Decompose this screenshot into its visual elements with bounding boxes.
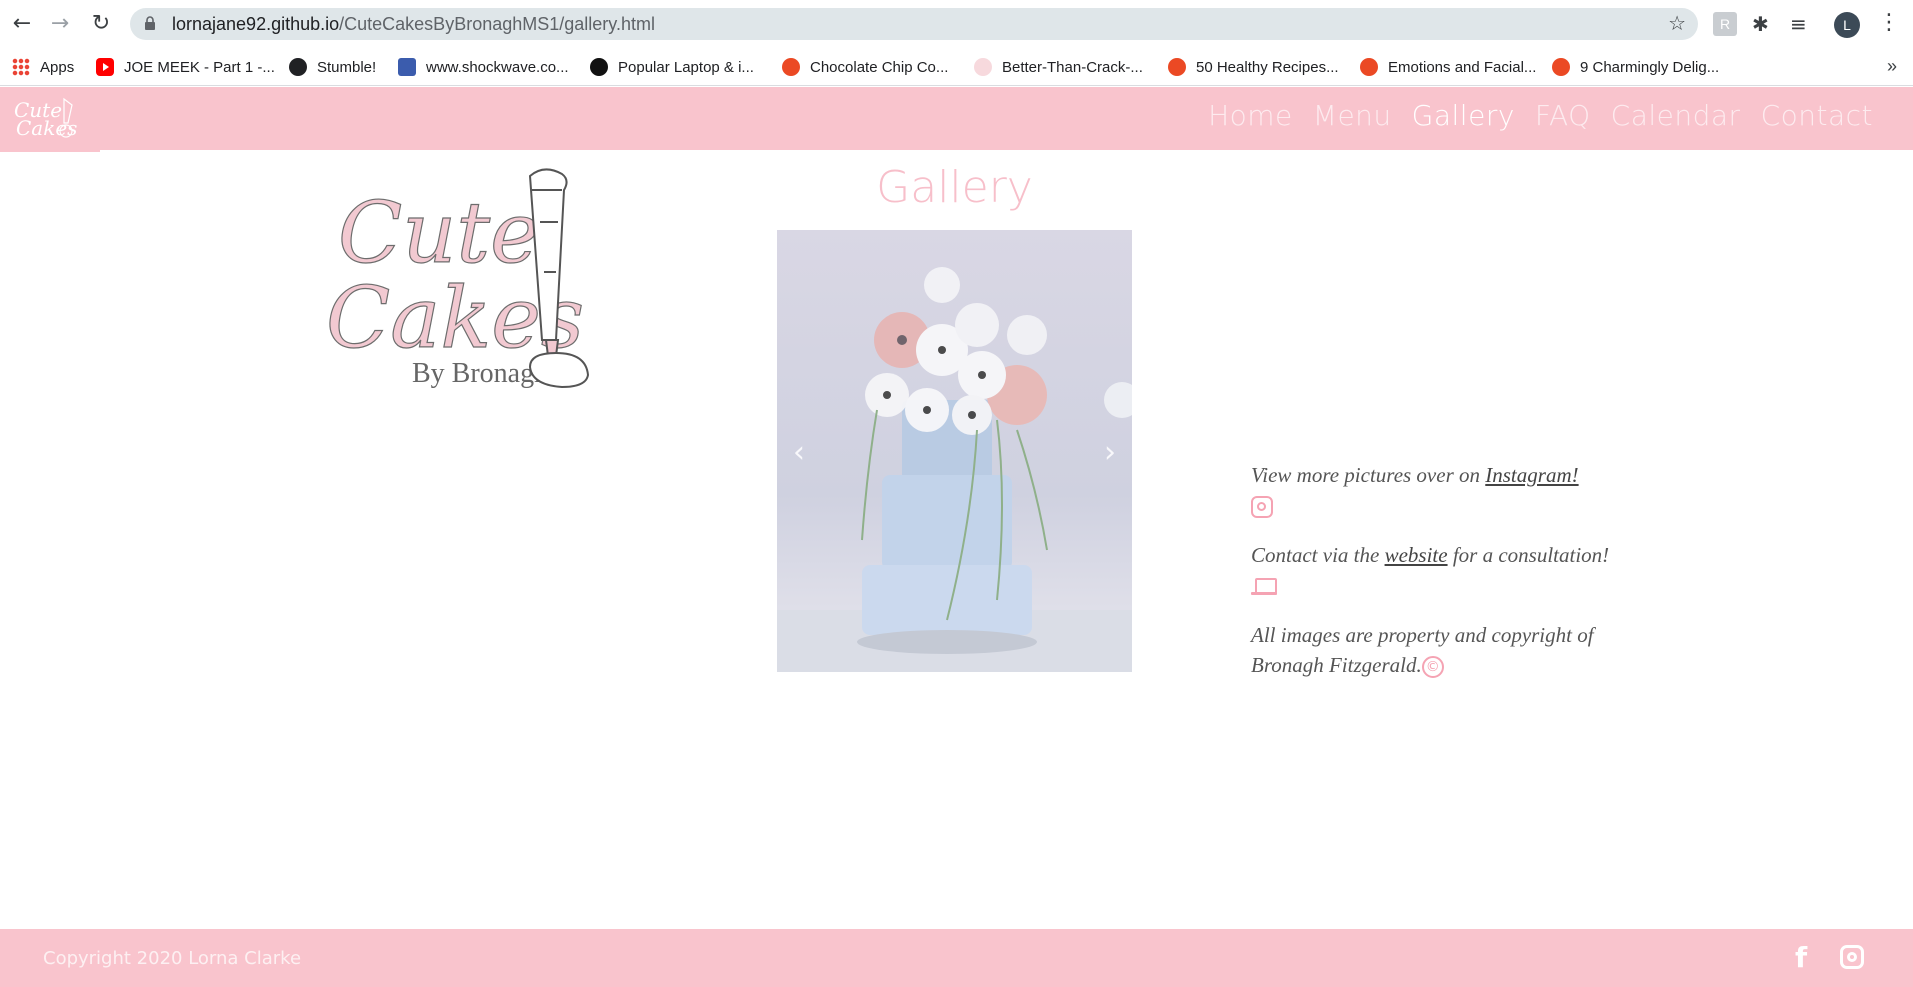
cake-photo: [777, 267, 1132, 672]
more-bookmarks-button[interactable]: »: [1887, 56, 1897, 77]
footer-copyright: Copyright 2020 Lorna Clarke: [43, 948, 302, 969]
browser-toolbar: ← → ↻ lornajane92.github.io/CuteCakesByB…: [0, 0, 1913, 48]
bookmark-item[interactable]: Chocolate Chip Co...: [782, 54, 948, 80]
site-footer: Copyright 2020 Lorna Clarke f: [0, 929, 1913, 987]
copyright-paragraph: All images are property and copyright of…: [1251, 623, 1594, 679]
media-control-icon[interactable]: ≡: [1790, 12, 1814, 36]
nav-gallery[interactable]: Gallery: [1402, 99, 1525, 132]
site-navbar: Cute Cakes Home Menu Gallery FAQ Calenda…: [0, 87, 1913, 152]
copyright-icon: ©: [1421, 656, 1444, 679]
carousel-next-button[interactable]: ›: [1104, 435, 1116, 470]
bookmark-item[interactable]: JOE MEEK - Part 1 -...: [96, 54, 275, 80]
profile-avatar[interactable]: L: [1834, 12, 1860, 38]
browser-menu-icon[interactable]: ⋮: [1878, 10, 1900, 35]
nav-calendar[interactable]: Calendar: [1601, 99, 1751, 132]
youtube-icon: [96, 58, 114, 76]
facebook-icon[interactable]: f: [1795, 941, 1807, 974]
bookmark-item[interactable]: 50 Healthy Recipes...: [1168, 54, 1339, 80]
lock-icon: [145, 16, 155, 30]
bookmark-item[interactable]: Stumble!: [289, 54, 376, 80]
gallery-carousel[interactable]: ‹ ›: [777, 230, 1132, 672]
extension-icon[interactable]: R: [1713, 12, 1737, 36]
globe-icon: [289, 58, 307, 76]
heart-icon: [974, 58, 992, 76]
nav-links: Home Menu Gallery FAQ Calendar Contact: [1198, 99, 1883, 132]
bookmark-star-icon[interactable]: ☆: [1668, 11, 1686, 35]
carousel-prev-button[interactable]: ‹: [793, 435, 805, 470]
bookmarks-bar: Apps JOE MEEK - Part 1 -... Stumble! www…: [0, 48, 1913, 86]
stumbleupon-icon: [1360, 58, 1378, 76]
instagram-paragraph: View more pictures over on Instagram!: [1251, 460, 1621, 520]
nav-contact[interactable]: Contact: [1751, 99, 1883, 132]
laptop-icon[interactable]: [1251, 578, 1277, 596]
instagram-link[interactable]: Instagram!: [1485, 463, 1578, 487]
nav-faq[interactable]: FAQ: [1525, 99, 1601, 132]
bookmark-item[interactable]: Popular Laptop & i...: [590, 54, 754, 80]
bookmark-item[interactable]: www.shockwave.co...: [398, 54, 569, 80]
gallery-info: View more pictures over on Instagram! Co…: [1251, 460, 1621, 700]
page-title: Gallery: [876, 162, 1033, 213]
sd-icon: [590, 58, 608, 76]
shockwave-icon: [398, 58, 416, 76]
brand-logo-tagline: By Bronagh: [412, 358, 548, 389]
footer-instagram-icon[interactable]: [1840, 945, 1864, 969]
nav-home[interactable]: Home: [1198, 99, 1303, 132]
navbar-divider: [100, 150, 1913, 152]
url-text: lornajane92.github.io/CuteCakesByBronagh…: [172, 14, 655, 34]
bookmark-item[interactable]: 9 Charmingly Delig...: [1552, 54, 1719, 80]
website-link[interactable]: website: [1385, 543, 1448, 567]
bookmark-item[interactable]: Emotions and Facial...: [1360, 54, 1536, 80]
stumbleupon-icon: [1552, 58, 1570, 76]
stumbleupon-icon: [782, 58, 800, 76]
stumbleupon-icon: [1168, 58, 1186, 76]
contact-paragraph: Contact via the website for a consultati…: [1251, 540, 1621, 600]
nav-menu[interactable]: Menu: [1303, 99, 1402, 132]
extensions-puzzle-icon[interactable]: ✱: [1752, 12, 1776, 36]
back-button[interactable]: ←: [8, 10, 36, 38]
site-logo[interactable]: Cute Cakes: [10, 93, 82, 145]
bookmark-apps[interactable]: Apps: [12, 54, 74, 80]
reload-button[interactable]: ↻: [87, 10, 115, 38]
apps-grid-icon: [12, 58, 30, 76]
brand-logo-cute: Cute: [338, 184, 540, 282]
forward-button[interactable]: →: [46, 10, 74, 38]
address-bar[interactable]: lornajane92.github.io/CuteCakesByBronagh…: [130, 8, 1698, 40]
brand-logo: Cute Cakes By Bronagh: [325, 168, 590, 389]
bookmark-item[interactable]: Better-Than-Crack-...: [974, 54, 1143, 80]
instagram-icon[interactable]: [1251, 496, 1273, 519]
